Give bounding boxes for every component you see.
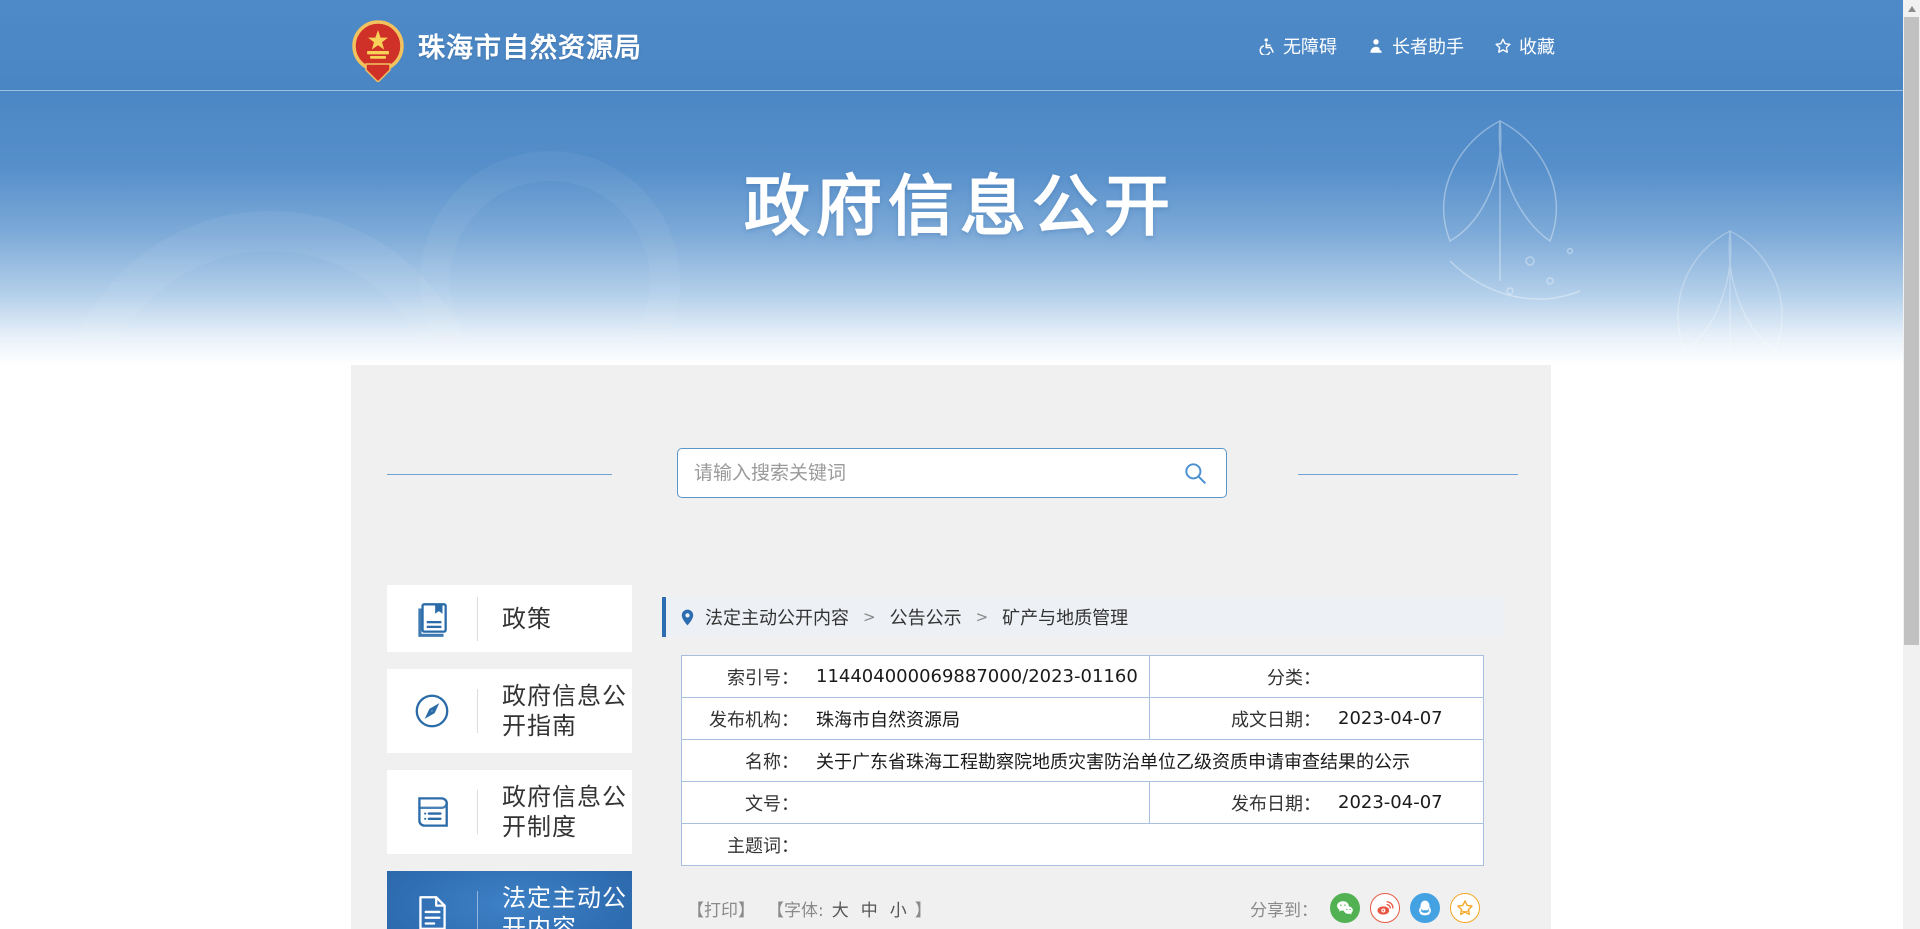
breadcrumb: 法定主动公开内容 > 公告公示 > 矿产与地质管理 xyxy=(662,597,1504,637)
index-number-value: 114404000069887000/2023-01160 xyxy=(799,666,1138,687)
national-emblem-logo xyxy=(352,20,404,82)
publish-date-label: 发布日期： xyxy=(1150,790,1321,816)
print-button[interactable]: 【打印】 xyxy=(687,896,755,921)
sidebar-item-info-guide[interactable]: 政府信息公开指南 xyxy=(387,669,632,753)
up-arrow-icon xyxy=(1908,6,1916,12)
breadcrumb-separator: > xyxy=(970,608,995,626)
font-size-suffix: 】 xyxy=(915,896,932,921)
search-box xyxy=(677,448,1227,498)
book-icon xyxy=(411,598,453,640)
breadcrumb-item[interactable]: 矿产与地质管理 xyxy=(1002,604,1128,630)
share-qq-button[interactable] xyxy=(1410,893,1440,923)
index-number-label: 索引号： xyxy=(682,664,799,690)
font-size-prefix: 【字体: xyxy=(767,896,824,921)
top-header-bar: 珠海市自然资源局 无障碍 长者助手 xyxy=(0,0,1920,91)
share-wechat-button[interactable] xyxy=(1330,893,1360,923)
document-meta-table: 索引号： 114404000069887000/2023-01160 分类： 发… xyxy=(681,655,1484,866)
font-size-small-button[interactable]: 小 xyxy=(886,896,911,921)
table-row: 发布机构： 珠海市自然资源局 成文日期： 2023-04-07 xyxy=(682,698,1484,740)
table-row: 索引号： 114404000069887000/2023-01160 分类： xyxy=(682,656,1484,698)
sidebar-item-policy[interactable]: 政策 xyxy=(387,585,632,652)
search-input[interactable] xyxy=(694,462,1180,484)
table-row: 文号： 发布日期： 2023-04-07 xyxy=(682,782,1484,824)
table-row: 主题词： xyxy=(682,824,1484,866)
top-utility-links: 无障碍 长者助手 收藏 xyxy=(1258,0,1555,91)
breadcrumb-separator: > xyxy=(857,608,882,626)
share-qzone-button[interactable] xyxy=(1450,893,1480,923)
search-button[interactable] xyxy=(1180,458,1210,488)
font-size-large-button[interactable]: 大 xyxy=(828,896,853,921)
rules-icon xyxy=(411,791,453,833)
share-weibo-button[interactable] xyxy=(1370,893,1400,923)
accessibility-label: 无障碍 xyxy=(1283,33,1337,59)
doc-title-label: 名称： xyxy=(682,748,799,774)
page-banner: 政府信息公开 xyxy=(0,91,1920,365)
doc-title-value: 关于广东省珠海工程勘察院地质灾害防治单位乙级资质申请审查结果的公示 xyxy=(799,748,1410,774)
qq-icon xyxy=(1415,898,1435,918)
star-icon xyxy=(1494,37,1512,55)
table-row: 名称： 关于广东省珠海工程勘察院地质灾害防治单位乙级资质申请审查结果的公示 xyxy=(682,740,1484,782)
weibo-icon xyxy=(1375,898,1395,918)
publish-date-value: 2023-04-07 xyxy=(1321,792,1443,813)
article-toolbar: 【打印】 【字体: 大 中 小 】 分享到： xyxy=(662,893,1504,923)
font-size-medium-button[interactable]: 中 xyxy=(857,896,882,921)
vertical-scrollbar[interactable] xyxy=(1903,0,1920,929)
sidebar-item-label: 政府信息公开制度 xyxy=(478,782,632,842)
favorite-label: 收藏 xyxy=(1519,33,1555,59)
compass-icon xyxy=(411,690,453,732)
doc-number-label: 文号： xyxy=(682,790,799,816)
accessibility-icon xyxy=(1258,37,1276,55)
sidebar-item-label: 政策 xyxy=(478,604,632,634)
elder-assistant-link[interactable]: 长者助手 xyxy=(1367,33,1464,59)
share-label: 分享到： xyxy=(1250,896,1318,921)
sidebar-item-label: 政府信息公开指南 xyxy=(478,681,632,741)
favorite-link[interactable]: 收藏 xyxy=(1494,33,1555,59)
sidebar-item-info-rules[interactable]: 政府信息公开制度 xyxy=(387,770,632,854)
written-date-label: 成文日期： xyxy=(1150,706,1321,732)
search-decorative-line-left xyxy=(387,474,612,475)
location-pin-icon xyxy=(678,608,697,627)
accessibility-link[interactable]: 无障碍 xyxy=(1258,33,1337,59)
elder-assistant-label: 长者助手 xyxy=(1392,33,1464,59)
site-brand[interactable]: 珠海市自然资源局 xyxy=(352,14,642,76)
sidebar-item-label: 法定主动公开内容 xyxy=(478,883,632,929)
category-label: 分类： xyxy=(1150,664,1321,690)
page-title: 政府信息公开 xyxy=(0,153,1920,249)
elder-assistant-icon xyxy=(1367,37,1385,55)
sidebar-item-statutory-disclosure[interactable]: 法定主动公开内容 xyxy=(387,871,632,929)
sidebar-nav: 政策 政府信息公开指南 xyxy=(387,585,632,929)
agency-value: 珠海市自然资源局 xyxy=(799,706,960,732)
content-card: 政策 政府信息公开指南 xyxy=(351,365,1551,929)
search-decorative-line-right xyxy=(1298,474,1518,475)
agency-label: 发布机构： xyxy=(682,706,799,732)
document-icon xyxy=(411,892,453,929)
scrollbar-thumb[interactable] xyxy=(1904,17,1919,645)
written-date-value: 2023-04-07 xyxy=(1321,708,1443,729)
wechat-icon xyxy=(1335,898,1355,918)
scrollbar-up-button[interactable] xyxy=(1903,0,1920,17)
qzone-star-icon xyxy=(1455,898,1475,918)
main-content: 法定主动公开内容 > 公告公示 > 矿产与地质管理 索引号： 114404000… xyxy=(662,597,1504,923)
breadcrumb-item[interactable]: 法定主动公开内容 xyxy=(705,604,849,630)
breadcrumb-item[interactable]: 公告公示 xyxy=(890,604,962,630)
search-icon xyxy=(1182,460,1208,486)
site-title: 珠海市自然资源局 xyxy=(418,26,642,65)
keywords-label: 主题词： xyxy=(682,832,799,858)
